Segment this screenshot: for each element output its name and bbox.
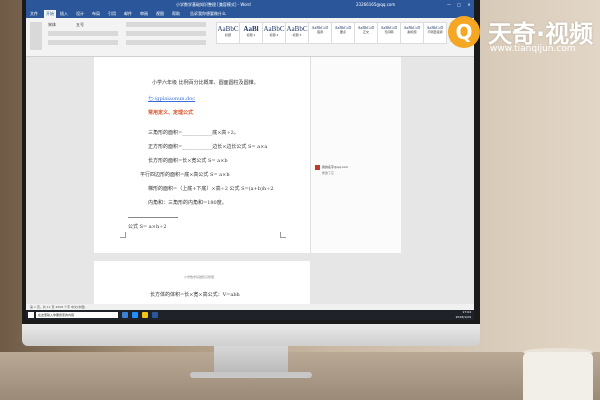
window-title: 小学数学基础知识整理 [兼容模式] - Word <box>176 2 251 7</box>
doc-link[interactable]: 七·/gplaiaonun.doc <box>148 95 195 102</box>
doc-line-1: 小学六年级 比例百分比概率、圆面圆柱及圆锥。 <box>152 80 259 86</box>
doc-line-square: 正方形的面积=____________边长×边长公式 S= a×a <box>148 144 268 150</box>
style-subtitle[interactable]: AaBbCcD 副标题 <box>400 22 424 44</box>
margin-corner-bl <box>120 232 126 238</box>
logo-badge-icon: Q <box>448 16 480 48</box>
font-size-select[interactable]: 五号 <box>76 22 84 28</box>
status-text: 第 1 页，共 11 页 2008 个字 中文(中国) <box>30 305 86 309</box>
windows-taskbar: 在这里输入你要搜索的内容 17:04 2018/1/29 <box>26 310 474 320</box>
tab-help[interactable]: 帮助 <box>172 10 180 18</box>
tab-insert[interactable]: 插入 <box>60 10 68 18</box>
taskbar-clock[interactable]: 17:04 2018/1/29 <box>456 310 471 320</box>
document-page-1[interactable]: 小学六年级 比例百分比概率、圆面圆柱及圆锥。 七·/gplaiaonun.doc… <box>94 57 310 253</box>
style-normal[interactable]: AaBbCcD 正文 <box>354 22 378 44</box>
taskbar-search-input[interactable]: 在这里输入你要搜索的内容 <box>36 312 118 318</box>
document-page-2[interactable]: 小学数学基础知识整理 长方体的体积=长×宽×高公式：V=abh <box>94 261 310 307</box>
logo-url: www.tianqijun.com <box>490 44 576 54</box>
doc-heading-formulas: 常用定义、定理公式 <box>148 110 194 116</box>
doc-line-triangle: 三角形的面积=____________底×高÷2。 <box>148 130 239 136</box>
comment-author: 我的名字@qq.com <box>322 165 349 169</box>
style-no-spacing[interactable]: AaBbCcD 无间隔 <box>377 22 401 44</box>
coffee-mug <box>523 352 593 400</box>
minimize-button[interactable]: — <box>444 0 454 10</box>
maximize-button[interactable]: □ <box>454 0 464 10</box>
ribbon-home: 宋体 五号 AaBbC 标题 AaBl 标题 1 AaBbC 标题 2 AaBbC 标题… <box>26 18 474 57</box>
style-heading-3[interactable]: AaBbC 标题 3 <box>285 22 309 44</box>
doc-line-trapezoid: 梯形的面积=（上底+下底）×高÷2 公式 S=(a+b)h÷2 <box>148 186 274 192</box>
tab-design[interactable]: 设计 <box>76 10 84 18</box>
task-view-icon[interactable] <box>122 312 128 318</box>
paragraph-align-buttons[interactable] <box>126 31 206 36</box>
clock-date: 2018/1/29 <box>455 315 471 319</box>
comment-text[interactable]: 修改了它 <box>322 171 334 175</box>
tab-file[interactable]: 文件 <box>30 10 38 18</box>
style-emphasis[interactable]: AaBbCcD 强调 <box>308 22 332 44</box>
user-account[interactable]: 23266165@qq.com <box>356 0 395 10</box>
comment-avatar <box>315 165 320 170</box>
tab-layout[interactable]: 布局 <box>92 10 100 18</box>
tab-mailings[interactable]: 邮件 <box>124 10 132 18</box>
font-color-buttons[interactable] <box>48 40 118 45</box>
footnote-separator <box>128 217 178 218</box>
tianqi-watermark-logo: Q 天奇·视频 www.tianqijun.com <box>448 14 596 56</box>
doc-line-parallelogram: 平行四边形的面积=底×高公式 S= a×h <box>140 172 230 178</box>
paste-button[interactable] <box>30 22 42 50</box>
font-name-select[interactable]: 宋体 <box>48 22 56 28</box>
style-strong[interactable]: AaBbCcD 要点 <box>331 22 355 44</box>
document-area: 小学六年级 比例百分比概率、圆面圆柱及圆锥。 七·/gplaiaonun.doc… <box>26 57 474 307</box>
monitor-foot <box>190 372 312 378</box>
page2-line: 长方体的体积=长×宽×高公式：V=abh <box>150 292 240 298</box>
tab-view[interactable]: 视图 <box>156 10 164 18</box>
font-format-buttons[interactable] <box>48 31 118 36</box>
margin-corner-br <box>280 232 286 238</box>
word-taskbar-icon[interactable] <box>152 312 158 318</box>
doc-footnote: 公式 S= a×h÷2 <box>128 224 167 230</box>
style-heading-1[interactable]: AaBl 标题 1 <box>239 22 263 44</box>
style-subtle-emphasis[interactable]: AaBbCcD 不明显强调 <box>423 22 447 44</box>
comment-pane: 我的名字@qq.com 修改了它 <box>310 57 401 253</box>
windows-start-icon[interactable] <box>28 312 34 318</box>
style-heading-2[interactable]: AaBbC 标题 2 <box>262 22 286 44</box>
tab-review[interactable]: 审阅 <box>140 10 148 18</box>
file-explorer-icon[interactable] <box>142 312 148 318</box>
doc-line-angles: 内角和：三角形的内角和=180度。 <box>148 200 227 206</box>
paragraph-shading-buttons[interactable] <box>126 40 206 45</box>
page2-header: 小学数学基础知识整理 <box>184 275 215 279</box>
tell-me-box[interactable]: 告诉我你想要做什么 <box>190 10 226 18</box>
edge-browser-icon[interactable] <box>132 312 138 318</box>
style-title[interactable]: AaBbC 标题 <box>216 22 240 44</box>
tab-home[interactable]: 开始 <box>44 10 56 18</box>
close-button[interactable]: ✕ <box>464 0 474 10</box>
doc-line-rectangle: 长方形的面积=长×宽公式 S= a×b <box>148 158 228 164</box>
tab-references[interactable]: 引用 <box>108 10 116 18</box>
paragraph-list-buttons[interactable] <box>126 22 206 27</box>
screen: 小学数学基础知识整理 [兼容模式] - Word 23266165@qq.com… <box>26 0 474 320</box>
word-title-bar: 小学数学基础知识整理 [兼容模式] - Word 23266165@qq.com… <box>26 0 474 10</box>
monitor-stand <box>214 346 288 374</box>
monitor-chin <box>22 324 480 346</box>
ribbon-tabs: 文件 开始 插入 设计 布局 引用 邮件 审阅 视图 帮助 告诉我你想要做什么 <box>26 10 474 18</box>
